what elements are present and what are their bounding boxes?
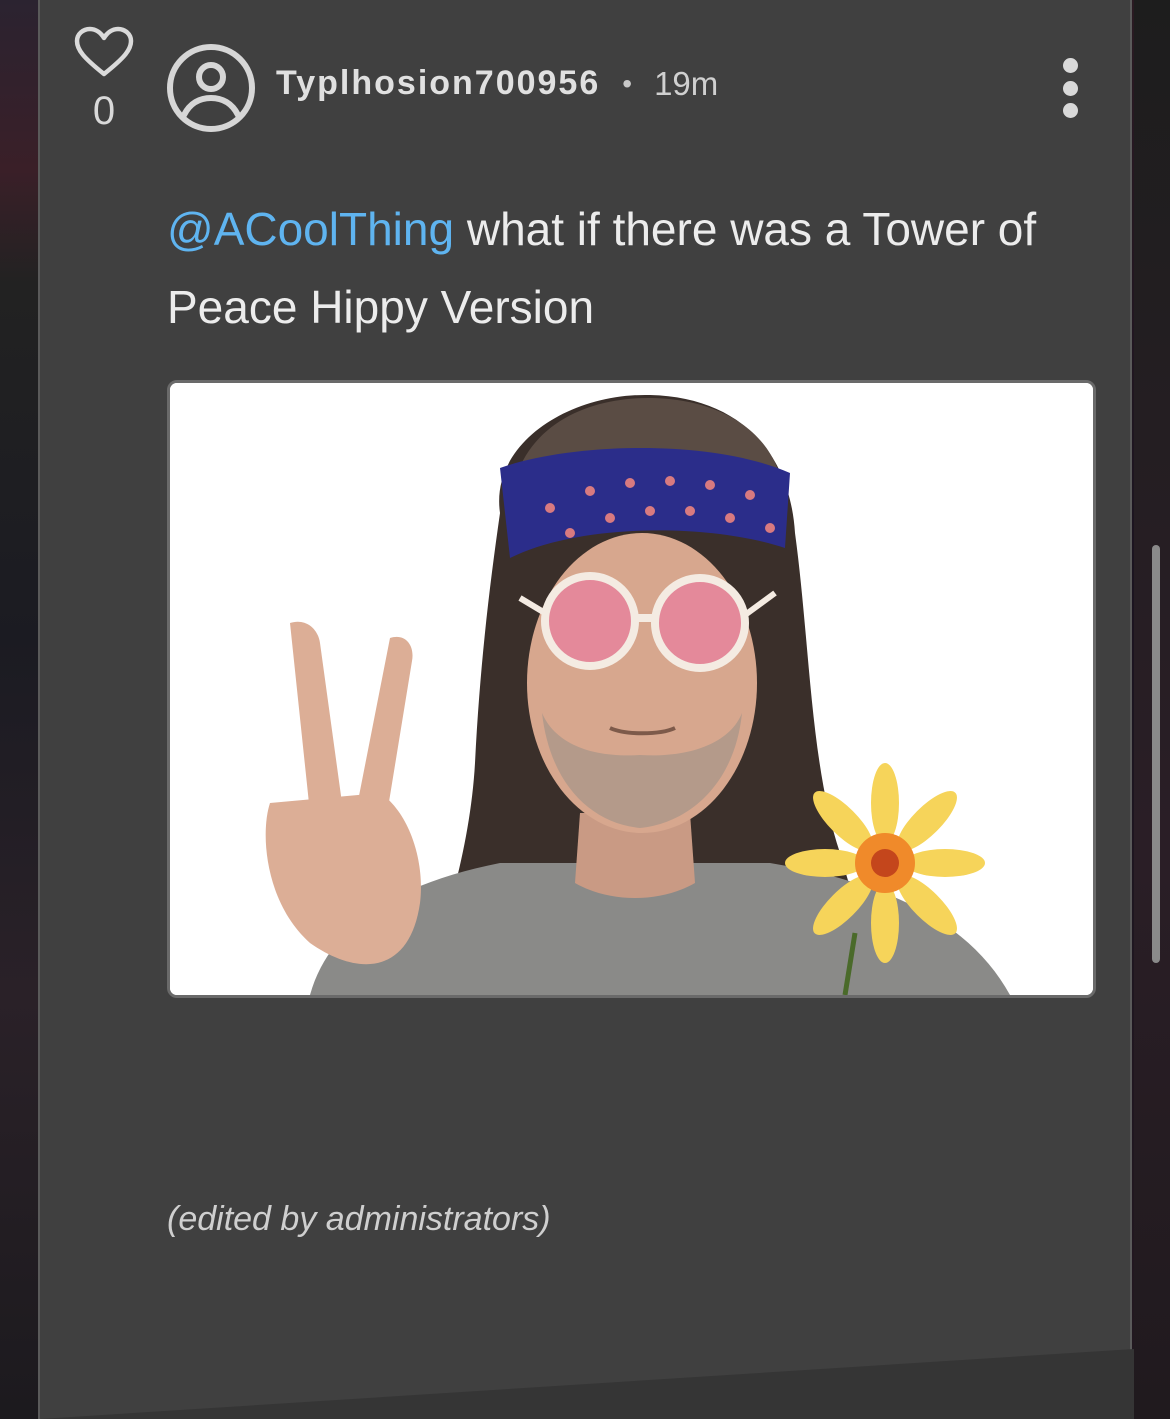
vertical-ellipsis-icon[interactable] (1052, 58, 1088, 118)
like-count: 0 (92, 89, 116, 133)
card-bottom-edge (40, 1349, 1134, 1419)
post-image[interactable] (167, 380, 1096, 998)
menu-dot (1062, 58, 1078, 73)
user-circle-icon[interactable] (166, 43, 256, 133)
menu-dot (1062, 80, 1078, 96)
scrollbar-thumb[interactable] (1152, 545, 1160, 963)
heart-outline-icon[interactable] (74, 26, 134, 78)
meta-separator: • (622, 67, 633, 99)
page: 0 Typlhosion700956 • 19m @ACoolThing wha… (0, 0, 1170, 1419)
menu-dot (1062, 103, 1078, 118)
post-body: @ACoolThing what if there was a Tower of… (167, 190, 1097, 346)
timestamp: 19m (654, 64, 719, 102)
comment-card: 0 Typlhosion700956 • 19m @ACoolThing wha… (38, 0, 1134, 1419)
edited-note: (edited by administrators) (167, 1200, 551, 1238)
hippie-photo (170, 383, 1093, 995)
mention-link[interactable]: @ACoolThing (167, 203, 454, 255)
like-control: 0 (74, 26, 134, 131)
username[interactable]: Typlhosion700956 (276, 64, 600, 103)
background-left (0, 0, 38, 1419)
post-meta: Typlhosion700956 • 19m (276, 64, 718, 103)
